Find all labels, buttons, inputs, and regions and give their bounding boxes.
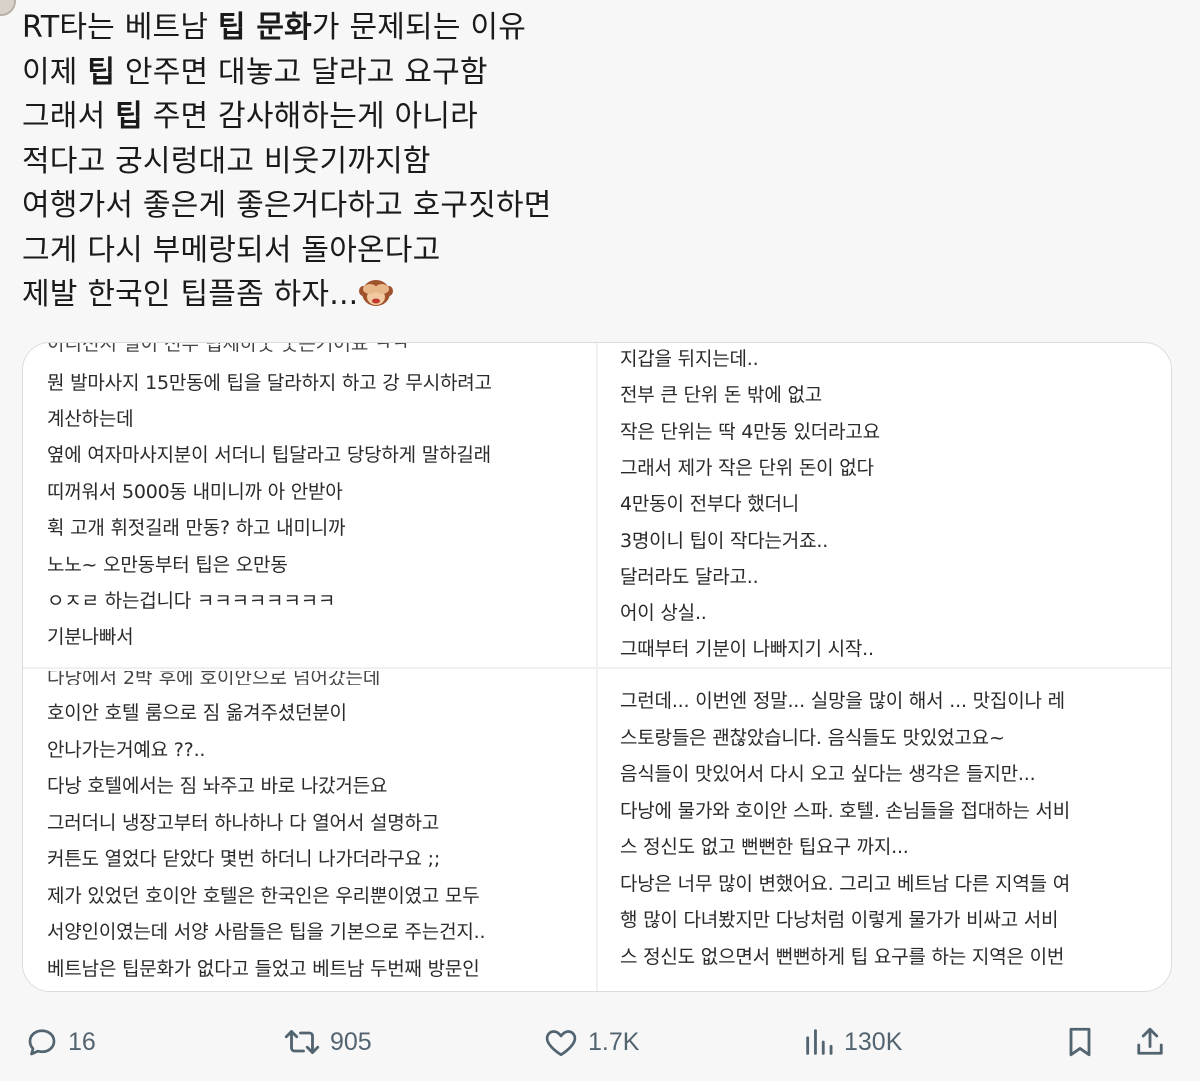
caption-line: 호이안 호텔 룸으로 짐 옮겨주셨던분이 xyxy=(47,702,347,724)
bar-chart-icon xyxy=(802,1024,836,1060)
avatar[interactable] xyxy=(0,0,16,16)
caption-line: 지갑을 뒤지는데.. xyxy=(620,348,759,370)
caption-line: 그러더니 냉장고부터 하나하나 다 열어서 설명하고 xyxy=(47,812,440,834)
reply-button[interactable]: 16 xyxy=(24,1022,96,1062)
retweet-icon xyxy=(282,1024,322,1060)
views-button[interactable]: 130K xyxy=(802,1022,902,1062)
action-bar: 16 905 1.7K 130K xyxy=(0,1014,1200,1074)
view-count: 130K xyxy=(844,1027,903,1056)
reply-icon xyxy=(24,1024,60,1060)
image-panel-top-left[interactable]: 이디션시 별이 선부 립세하굿 굿는거어뇨 ㅋㅋ 뭔 발마사지 15만동에 팁을… xyxy=(23,343,596,667)
caption-line: 다낭 호텔에서는 짐 놔주고 바로 나갔거든요 xyxy=(47,775,388,797)
caption-line: 띠꺼워서 5000동 내미니까 아 안받아 xyxy=(47,481,343,503)
caption-line: 스 정신도 없고 뻔뻔한 팁요구 까지... xyxy=(620,836,909,858)
caption-line: 4만동이 전부다 했더니 xyxy=(620,493,800,515)
caption-line: 계산하는데 xyxy=(47,408,134,430)
reply-count: 16 xyxy=(68,1027,96,1056)
image-panel-top-right[interactable]: 지갑을 뒤지는데.. 전부 큰 단위 돈 밖에 없고 작은 단위는 딱 4만동 … xyxy=(598,343,1171,667)
image-panel-bottom-left[interactable]: 다낭에서 2박 후에 호이안으로 넘어갔는데 호이안 호텔 룸으로 짐 옮겨주셨… xyxy=(23,669,596,991)
post-line: 여행가서 좋은게 좋은거다하고 호구짓하면 xyxy=(22,188,552,223)
caption-line: 기분나빠서 xyxy=(47,626,134,648)
caption-line: 휙 고개 휘젓길래 만동? 하고 내미니까 xyxy=(47,517,346,539)
caption-line: 음식들이 맛있어서 다시 오고 싶다는 생각은 들지만... xyxy=(620,763,1036,785)
share-button[interactable] xyxy=(1132,1022,1168,1062)
caption-line: 스토랑들은 괜찮았습니다. 음식들도 맛있었고요~ xyxy=(620,727,1005,749)
see-no-evil-monkey-icon xyxy=(358,274,394,306)
caption-line: 노노~ 오만동부터 팁은 오만동 xyxy=(47,554,288,576)
caption-line: 작은 단위는 딱 4만동 있더라고요 xyxy=(620,421,880,443)
caption-line: 그런데... 이번엔 정말... 실망을 많이 해서 ... 맛집이나 레 xyxy=(620,690,1065,712)
caption-line: ㅇㅈㄹ 하는겁니다 ㅋㅋㅋㅋㅋㅋㅋㅋ xyxy=(47,590,336,612)
caption-line: 그래서 제가 작은 단위 돈이 없다 xyxy=(620,457,874,479)
image-panel-bottom-right[interactable]: 그런데... 이번엔 정말... 실망을 많이 해서 ... 맛집이나 레 스토… xyxy=(598,669,1171,991)
bookmark-button[interactable] xyxy=(1062,1022,1098,1062)
caption-line: 그때부터 기분이 나빠지기 시작.. xyxy=(620,638,874,660)
bookmark-icon xyxy=(1062,1024,1098,1060)
caption-line: 행 많이 다녀봤지만 다낭처럼 이렇게 물가가 비싸고 서비 xyxy=(620,909,1059,931)
caption-line: 옆에 여자마사지분이 서더니 팁달라고 당당하게 말하길래 xyxy=(47,444,491,466)
quoted-image-grid[interactable]: 이디션시 별이 선부 립세하굿 굿는거어뇨 ㅋㅋ 뭔 발마사지 15만동에 팁을… xyxy=(22,342,1172,992)
caption-line: 스 정신도 없으면서 뻔뻔하게 팁 요구를 하는 지역은 이번 xyxy=(620,946,1065,968)
cut-off-caption: 다낭에서 2박 후에 호이안으로 넘어갔는데 xyxy=(47,671,381,685)
caption-line: 3명이니 팁이 작다는거죠.. xyxy=(620,530,829,552)
share-icon xyxy=(1132,1024,1168,1060)
post-text: RT타는 베트남 팁 문화가 문제되는 이유 이제 팁 안주면 대놓고 달라고 … xyxy=(22,6,1162,318)
caption-line: 전부 큰 단위 돈 밖에 없고 xyxy=(620,384,822,406)
retweet-count: 905 xyxy=(330,1027,372,1056)
caption-line: 안나가는거예요 ??.. xyxy=(47,739,206,761)
grid-divider xyxy=(23,667,1171,669)
caption-line: 서양인이였는데 서양 사람들은 팁을 기본으로 주는건지.. xyxy=(47,921,486,943)
caption-line: 다낭은 너무 많이 변했어요. 그리고 베트남 다른 지역들 여 xyxy=(620,873,1070,895)
caption-line: 뭔 발마사지 15만동에 팁을 달라하지 하고 강 무시하려고 xyxy=(47,372,492,394)
post-line: 적다고 궁시렁대고 비웃기까지함 xyxy=(22,143,431,179)
post-line: RT타는 베트남 팁 문화가 문제되는 이유 xyxy=(22,10,526,45)
post-line: 이제 팁 안주면 대놓고 달라고 요구함 xyxy=(22,54,488,90)
like-button[interactable]: 1.7K xyxy=(542,1022,639,1062)
heart-icon xyxy=(542,1024,580,1060)
caption-line: 제가 있었던 호이안 호텔은 한국인은 우리뿐이였고 모두 xyxy=(47,885,480,907)
retweet-button[interactable]: 905 xyxy=(282,1022,372,1062)
caption-line: 다낭에 물가와 호이안 스파. 호텔. 손님들을 접대하는 서비 xyxy=(620,800,1070,822)
cut-off-caption: 이디션시 별이 선부 립세하굿 굿는거어뇨 ㅋㅋ xyxy=(47,343,567,353)
post-line: 그게 다시 부메랑되서 돌아온다고 xyxy=(22,232,441,268)
caption-line: 베트남은 팁문화가 없다고 들었고 베트남 두번째 방문인 xyxy=(47,958,480,980)
post-line: 그래서 팁 주면 감사해하는게 아니라 xyxy=(22,99,478,134)
like-count: 1.7K xyxy=(588,1027,640,1056)
caption-line: 달러라도 달라고.. xyxy=(620,566,759,588)
post-line: 제발 한국인 팁플좀 하자... xyxy=(22,273,1162,318)
caption-line: 커튼도 열었다 닫았다 몇번 하더니 나가더라구요 ;; xyxy=(47,848,441,870)
caption-line: 어이 상실.. xyxy=(620,602,707,624)
